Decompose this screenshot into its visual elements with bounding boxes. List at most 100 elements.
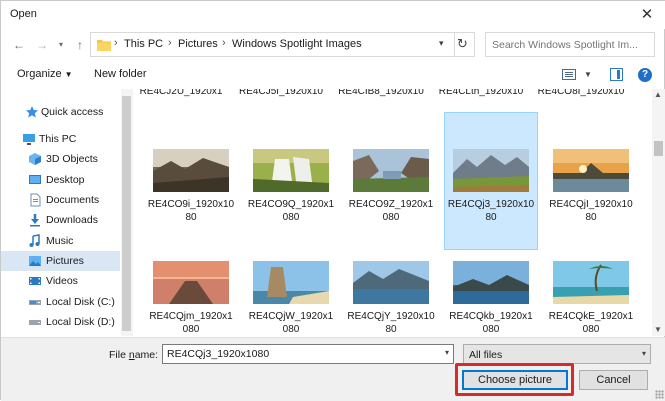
image-thumbnail [553,261,629,304]
image-thumbnail [153,149,229,192]
search-input[interactable] [492,36,642,53]
new-folder-button[interactable]: New folder [94,68,147,80]
file-name: RE4CO9i_1920x1080 [147,199,235,223]
sidebar-item-this-pc[interactable]: This PC [1,129,120,149]
file-item[interactable]: RE4CQjW_1920x1080 [245,253,337,336]
image-thumbnail [453,261,529,304]
breadcrumb-this-pc[interactable]: This PC [124,38,163,50]
sidebar-item-3d-objects[interactable]: 3D Objects [1,149,120,169]
file-name: RE4CQjI_1920x1080 [549,199,633,223]
sidebar-item-label: Music [46,235,74,247]
sidebar-item-desktop[interactable]: Desktop [1,170,120,190]
dialog-title: Open [10,8,37,20]
cancel-button[interactable]: Cancel [579,370,648,390]
back-arrow-icon[interactable]: ← [11,37,27,53]
change-view-icon[interactable] [562,69,576,80]
sidebar-item-music[interactable]: Music [1,231,120,251]
sidebar-scrollbar-thumb[interactable] [122,96,131,331]
sidebar-item-label: Local Disk (D:) [46,316,115,328]
file-name: RE4CQj3_1920x1080 [447,199,535,223]
breadcrumb-separator-icon[interactable]: › [168,37,172,49]
file-item[interactable]: RE4CO9i_1920x1080 [145,141,237,249]
file-item[interactable]: RE4CQkb_1920x1080 [445,253,537,336]
cube-icon [29,153,41,165]
star-icon [26,106,38,118]
drive-icon [29,300,41,305]
recent-locations-chevron-icon[interactable]: ▾ [53,37,69,53]
file-item[interactable]: RE4CQjY_1920x1080 [345,253,437,336]
chevron-down-icon[interactable]: ▾ [445,348,449,357]
sidebar-item-quick-access[interactable]: Quick access [1,102,120,122]
search-box[interactable] [485,32,655,57]
download-icon [30,214,40,227]
file-item[interactable]: RE4CQjm_1920x1080 [145,253,237,336]
file-type-value: All files [469,349,503,361]
file-item[interactable]: RE4CQjI_1920x1080 [545,141,637,249]
content-scrollbar[interactable]: ▲ ▼ [652,89,665,336]
file-item[interactable]: RE4CO9Z_1920x1080 [345,141,437,249]
file-item-partial[interactable]: RE4CJ5f_1920x10 [235,89,327,98]
close-icon[interactable]: ✕ [638,6,656,24]
help-icon[interactable]: ? [638,68,652,82]
file-item-partial[interactable]: RE4CJ2U_1920x1 [135,89,227,98]
file-name-combobox[interactable]: ▾ [162,344,454,364]
breadcrumb-separator-icon[interactable]: › [114,37,118,49]
sidebar-item-label: Desktop [46,174,85,186]
navigation-pane: Quick access This PC 3D Objects Desktop … [1,89,134,336]
image-thumbnail [353,261,429,304]
chevron-down-icon: ▼ [64,70,73,79]
sidebar-item-label: Documents [46,194,100,206]
desktop-icon [29,175,41,184]
breadcrumb-windows-spotlight-images[interactable]: Windows Spotlight Images [232,38,362,50]
scroll-up-icon[interactable]: ▲ [654,90,662,99]
image-thumbnail [453,149,529,192]
file-item-partial[interactable]: RE4CO8I_1920x10 [535,89,627,98]
sidebar-item-local-disk-c[interactable]: Local Disk (C:) [1,292,120,312]
address-dropdown-icon[interactable]: ▾ [439,38,444,49]
file-type-select[interactable]: All files ▾ [463,344,651,364]
sidebar-item-downloads[interactable]: Downloads [1,210,120,230]
sidebar-item-local-disk-d[interactable]: Local Disk (D:) [1,312,120,332]
file-name-input[interactable] [167,347,437,361]
sidebar-item-videos[interactable]: Videos [1,271,120,291]
sidebar-item-label: Downloads [46,214,98,226]
file-name: RE4CQjY_1920x1080 [347,311,435,335]
video-icon [29,277,41,285]
sidebar-item-pictures[interactable]: Pictures [1,251,120,271]
sidebar-item-label: Pictures [46,255,84,267]
resize-grip-icon[interactable] [655,390,664,399]
sidebar-item-documents[interactable]: Documents [1,190,120,210]
scroll-down-icon[interactable]: ▼ [654,325,662,334]
file-name-label: File name: [109,349,158,361]
file-item[interactable]: RE4CO9Q_1920x1080 [245,141,337,249]
organize-button[interactable]: Organize ▼ [17,68,73,80]
breadcrumb-separator-icon[interactable]: › [222,37,226,49]
file-item-partial[interactable]: RE4CIB8_1920x10 [335,89,427,98]
forward-arrow-icon[interactable]: → [34,37,50,53]
organize-label: Organize [17,68,62,80]
file-item-selected[interactable]: RE4CQj3_1920x1080 [444,112,538,250]
navigation-bar: ← → ▾ ↑ › This PC › Pictures › Windows S… [1,31,665,61]
content-scrollbar-thumb[interactable] [654,141,663,156]
file-name: RE4CQjW_1920x1080 [248,311,334,335]
sidebar-item-label: Quick access [41,106,104,118]
breadcrumb-pictures[interactable]: Pictures [178,38,218,50]
file-list: RE4CJ2U_1920x1 RE4CJ5f_1920x10 RE4CIB8_1… [135,89,649,336]
file-name: RE4CQjm_1920x1080 [149,311,233,335]
chevron-down-icon: ▾ [641,349,646,358]
preview-pane-icon[interactable] [610,68,623,81]
view-options-chevron-icon[interactable]: ▼ [584,70,592,79]
file-name: RE4CQkE_1920x1080 [548,311,634,335]
document-icon [30,193,41,207]
up-arrow-icon[interactable]: ↑ [72,37,88,53]
image-thumbnail [553,149,629,192]
choose-picture-button[interactable]: Choose picture [462,370,568,390]
file-item-partial[interactable]: RE4CLth_1920x10 [435,89,527,98]
address-bar[interactable]: › This PC › Pictures › Windows Spotlight… [90,32,475,57]
image-thumbnail [153,261,229,304]
refresh-icon[interactable]: ↻ [457,36,468,52]
file-item[interactable]: RE4CQkE_1920x1080 [545,253,637,336]
file-name-label-prefix: File [109,349,129,361]
open-dialog: Open ✕ ← → ▾ ↑ › This PC › Pictures › Wi… [0,0,665,401]
title-bar: Open ✕ [1,1,665,29]
